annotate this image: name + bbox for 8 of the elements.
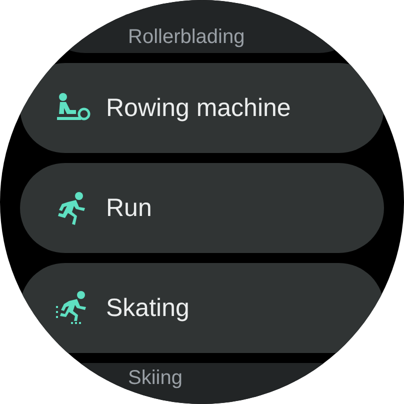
- exercise-label: Rowing machine: [106, 94, 291, 122]
- exercise-label: Skating: [106, 294, 190, 322]
- exercise-chip[interactable]: Rowing machine: [20, 63, 384, 153]
- exercise-label: Rollerblading: [128, 26, 245, 49]
- exercise-label: Run: [106, 194, 152, 222]
- exercise-chip[interactable]: Skating: [20, 263, 384, 353]
- exercise-label: Skiing: [128, 367, 182, 390]
- exercise-chip[interactable]: Run: [20, 163, 384, 253]
